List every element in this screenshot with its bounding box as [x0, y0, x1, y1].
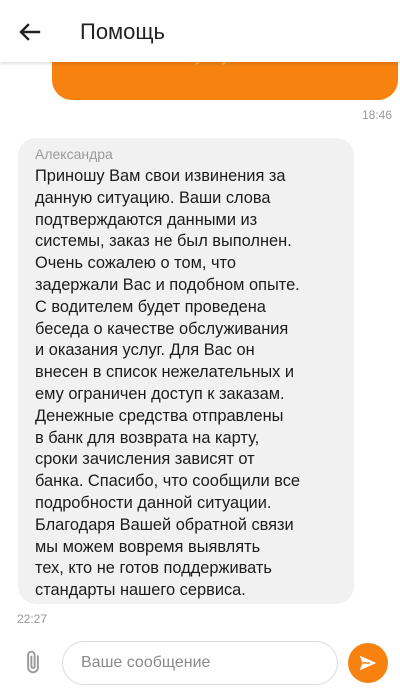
message-list[interactable]: качество услуг 18:46 Александра Приношу … [0, 0, 400, 635]
attach-button[interactable] [16, 645, 50, 679]
back-button[interactable] [10, 12, 50, 52]
arrow-left-icon [19, 23, 41, 41]
chat-screen: качество услуг 18:46 Александра Приношу … [0, 0, 400, 690]
message-sender-name: Александра [35, 146, 113, 162]
incoming-message-bubble: Александра Приношу Вам свои извинения за… [18, 138, 354, 604]
message-composer [0, 635, 400, 690]
paperclip-icon [27, 650, 39, 674]
send-icon [359, 655, 377, 671]
incoming-message-time: 22:27 [17, 612, 48, 626]
app-header: Помощь [0, 0, 400, 62]
incoming-message-text: Приношу Вам свои извинения за данную сит… [35, 167, 301, 600]
page-title: Помощь [80, 19, 165, 44]
send-button[interactable] [348, 643, 388, 683]
outgoing-message-time: 18:46 [361, 108, 392, 122]
message-input[interactable] [62, 641, 338, 685]
